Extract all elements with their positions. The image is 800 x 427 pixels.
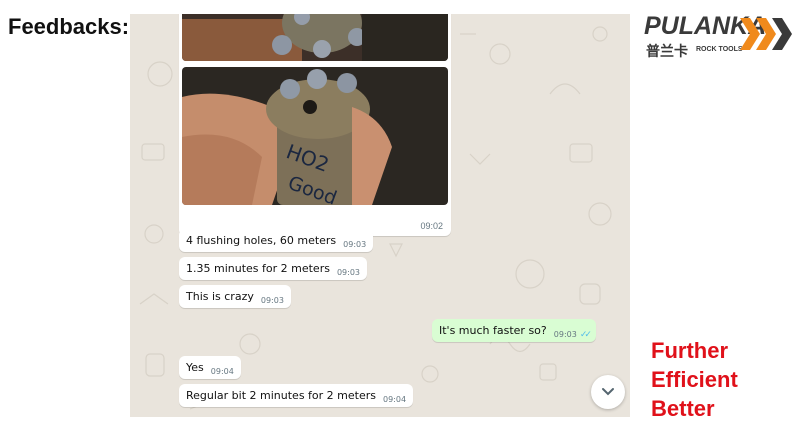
message-time: 09:03: [343, 240, 367, 249]
logo-subtitle: ROCK TOOLS: [696, 46, 743, 53]
message-time: 09:03: [553, 330, 577, 339]
message-text: It's much faster so?: [439, 324, 547, 337]
message-text: This is crazy: [186, 290, 254, 303]
message-bubble-incoming[interactable]: Regular bit 2 minutes for 2 meters 09:04: [179, 384, 414, 407]
image-message-bubble[interactable]: HO2 Good 09:02: [179, 14, 451, 236]
drill-bit-photo-top[interactable]: [182, 14, 448, 61]
pulanka-logo: PULANKA 普兰卡 ROCK TOOLS: [640, 10, 800, 62]
message-text: Yes: [186, 361, 204, 374]
message-bubble-incoming[interactable]: This is crazy 09:03: [179, 285, 291, 308]
slide-title: Feedbacks:: [8, 14, 130, 39]
message-bubble-incoming[interactable]: 1.35 minutes for 2 meters 09:03: [179, 257, 368, 280]
message-bubble-incoming[interactable]: Yes 09:04: [179, 356, 241, 379]
message-time: 09:03: [336, 268, 361, 277]
message-text: Regular bit 2 minutes for 2 meters: [186, 389, 376, 402]
logo-chinese-text: 普兰卡: [646, 44, 688, 60]
tagline-line: Better: [651, 396, 715, 421]
message-time: 09:03: [260, 296, 284, 305]
scroll-to-bottom-button[interactable]: [591, 375, 625, 409]
message-text: 4 flushing holes, 60 meters: [186, 234, 337, 247]
tagline: Further Efficient Better: [651, 336, 738, 423]
message-bubble-outgoing[interactable]: It's much faster so? 09:03 ✓✓: [432, 319, 596, 342]
chat-panel[interactable]: HO2 Good 09:02 4 flushing holes, 60 mete…: [130, 14, 630, 417]
message-time: 09:04: [383, 395, 407, 404]
message-text: 1.35 minutes for 2 meters: [186, 262, 330, 275]
tagline-line: Efficient: [651, 367, 738, 392]
image-message-time: 09:02: [420, 221, 443, 231]
read-ticks-icon: ✓✓: [579, 330, 592, 340]
message-bubble-incoming[interactable]: 4 flushing holes, 60 meters 09:03: [179, 229, 374, 252]
message-time: 09:04: [210, 367, 234, 376]
chevron-arrows-icon: [740, 18, 792, 50]
drill-bit-photo-main[interactable]: HO2 Good: [182, 67, 448, 205]
chevron-down-icon: [602, 388, 614, 396]
tagline-line: Further: [651, 338, 728, 363]
